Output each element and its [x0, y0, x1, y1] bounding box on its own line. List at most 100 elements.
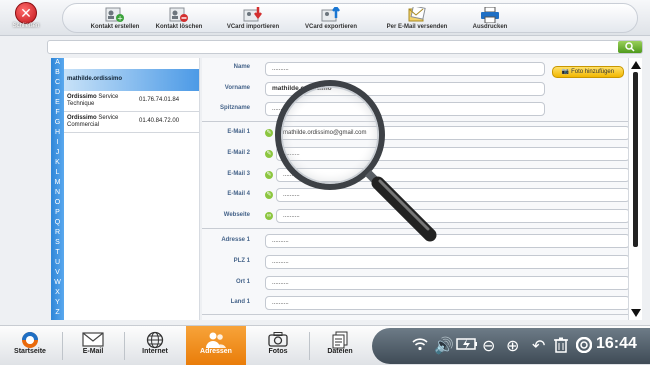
- alphabet-letter-c[interactable]: C: [51, 78, 64, 88]
- taskbar-label: Internet: [142, 348, 168, 355]
- taskbar-internet[interactable]: Internet: [125, 326, 185, 365]
- scrollbar[interactable]: [628, 58, 642, 320]
- email3-field[interactable]: ..........: [276, 168, 630, 182]
- alphabet-letter-g[interactable]: G: [51, 118, 64, 128]
- taskbar-files[interactable]: Dateien: [310, 326, 370, 365]
- vcard-import-button[interactable]: VCard importieren: [221, 7, 285, 33]
- delete-contact-button[interactable]: Kontakt löschen: [149, 7, 209, 33]
- ort-label: Ort 1: [235, 279, 250, 285]
- alphabet-letter-t[interactable]: T: [51, 248, 64, 258]
- contact-list: mathilde.ordissimo Ordissimo Service Tec…: [64, 58, 200, 320]
- vcard-export-button[interactable]: VCard exportieren: [299, 4, 363, 33]
- alphabet-letter-r[interactable]: R: [51, 228, 64, 238]
- alphabet-letter-j[interactable]: J: [51, 148, 64, 158]
- help-lifebuoy-icon[interactable]: [575, 336, 593, 357]
- taskbar-label: Adressen: [200, 348, 232, 355]
- email4-edit-icon[interactable]: ✎: [265, 191, 273, 199]
- print-button[interactable]: Ausdrucken: [467, 6, 513, 33]
- envelope-icon: [63, 326, 123, 348]
- scroll-thumb[interactable]: [633, 72, 638, 247]
- separator: [202, 314, 628, 315]
- email2-edit-icon[interactable]: ✎: [265, 150, 273, 158]
- taskbar: Startseite E-Mail Internet Adressen Foto…: [0, 325, 650, 365]
- alphabet-letter-n[interactable]: N: [51, 188, 64, 198]
- vorname-field[interactable]: mathilde.ordissimo: [265, 82, 545, 96]
- plz-label: PLZ 1: [233, 258, 250, 264]
- alphabet-letter-f[interactable]: F: [51, 108, 64, 118]
- send-email-label: Per E-Mail versenden: [386, 24, 448, 30]
- add-contact-button[interactable]: + Kontakt erstellen: [85, 7, 145, 33]
- add-contact-label: Kontakt erstellen: [90, 24, 140, 30]
- email1-edit-icon[interactable]: ✎: [265, 129, 273, 137]
- email3-edit-icon[interactable]: ✎: [265, 171, 273, 179]
- alphabet-letter-p[interactable]: P: [51, 208, 64, 218]
- alphabet-letter-a[interactable]: A: [51, 58, 64, 68]
- plz-field[interactable]: ..........: [265, 255, 630, 269]
- alphabet-letter-o[interactable]: O: [51, 198, 64, 208]
- alphabet-letter-u[interactable]: U: [51, 258, 64, 268]
- email3-label: E-Mail 3: [227, 171, 250, 177]
- adresse-label: Adresse 1: [221, 237, 250, 243]
- taskbar-label: Fotos: [268, 348, 288, 355]
- email2-label: E-Mail 2: [227, 150, 250, 156]
- alphabet-letter-x[interactable]: X: [51, 288, 64, 298]
- wifi-icon[interactable]: [412, 337, 428, 355]
- alphabet-letter-w[interactable]: W: [51, 278, 64, 288]
- contact-item-selected[interactable]: mathilde.ordissimo: [64, 69, 199, 91]
- scroll-up-arrow-icon[interactable]: [631, 61, 641, 69]
- alphabet-letter-m[interactable]: M: [51, 178, 64, 188]
- scroll-down-arrow-icon[interactable]: [631, 309, 641, 317]
- email4-field[interactable]: ..........: [276, 188, 630, 202]
- land-field[interactable]: ..........: [265, 296, 630, 310]
- clock: 16:44: [596, 335, 637, 352]
- toolbar-strip: + Kontakt erstellen Kontakt löschen VCar…: [62, 3, 638, 33]
- contact-name: mathilde.ordissimo: [67, 76, 123, 82]
- undo-icon[interactable]: ↶: [532, 337, 545, 355]
- name-field[interactable]: ..........: [265, 62, 545, 76]
- adresse-field[interactable]: ..........: [265, 234, 630, 248]
- add-photo-label: Foto hinzufügen: [571, 69, 615, 75]
- email2-field[interactable]: ..........: [276, 147, 630, 161]
- taskbar-email[interactable]: E-Mail: [63, 326, 123, 365]
- email1-field[interactable]: mathilde.ordissimo@gmail.com: [276, 126, 630, 140]
- contact-item[interactable]: Ordissimo Service Commercial 01.40.84.72…: [64, 112, 199, 133]
- search-button[interactable]: [618, 41, 642, 53]
- alphabet-letter-s[interactable]: S: [51, 238, 64, 248]
- volume-icon[interactable]: 🔊: [434, 337, 454, 355]
- search-input[interactable]: [47, 40, 643, 54]
- webseite-field[interactable]: ..........: [276, 209, 630, 223]
- spitzname-field[interactable]: ..........: [265, 102, 545, 116]
- zoom-in-icon[interactable]: ⊕: [506, 337, 519, 355]
- alphabet-letter-y[interactable]: Y: [51, 298, 64, 308]
- contact-phone: 01.40.84.72.00: [139, 118, 180, 124]
- trash-icon[interactable]: [554, 337, 568, 357]
- taskbar-label: Startseite: [14, 348, 46, 355]
- alphabet-letter-e[interactable]: E: [51, 98, 64, 108]
- taskbar-photos[interactable]: Fotos: [248, 326, 308, 365]
- close-button[interactable]: ✕ Schließen: [4, 2, 48, 36]
- alphabet-letter-k[interactable]: K: [51, 158, 64, 168]
- alphabet-letter-l[interactable]: L: [51, 168, 64, 178]
- taskbar-home[interactable]: Startseite: [0, 326, 60, 365]
- vcard-export-icon: [321, 4, 341, 23]
- vcard-import-label: VCard importieren: [226, 24, 280, 30]
- alphabet-letter-b[interactable]: B: [51, 68, 64, 78]
- taskbar-addresses[interactable]: Adressen: [186, 326, 246, 365]
- zoom-out-icon[interactable]: ⊖: [482, 337, 495, 355]
- alphabet-letter-i[interactable]: I: [51, 138, 64, 148]
- alphabet-letter-h[interactable]: H: [51, 128, 64, 138]
- alphabet-letter-z[interactable]: Z: [51, 308, 64, 318]
- contact-item[interactable]: Ordissimo Service Technique 01.76.74.01.…: [64, 91, 199, 112]
- separator: [202, 228, 628, 229]
- webseite-link-icon[interactable]: ∞: [265, 212, 273, 220]
- taskbar-label: Dateien: [327, 348, 353, 355]
- alphabet-letter-v[interactable]: V: [51, 268, 64, 278]
- alphabet-letter-d[interactable]: D: [51, 88, 64, 98]
- add-photo-button[interactable]: 📷 Foto hinzufügen: [552, 66, 624, 78]
- alphabet-letter-q[interactable]: Q: [51, 218, 64, 228]
- close-label: Schließen: [12, 23, 40, 29]
- send-email-button[interactable]: Per E-Mail versenden: [381, 5, 453, 33]
- ort-field[interactable]: ..........: [265, 276, 630, 290]
- contact-name: Ordissimo Service Commercial: [67, 115, 119, 128]
- vcard-export-label: VCard exportieren: [304, 24, 358, 30]
